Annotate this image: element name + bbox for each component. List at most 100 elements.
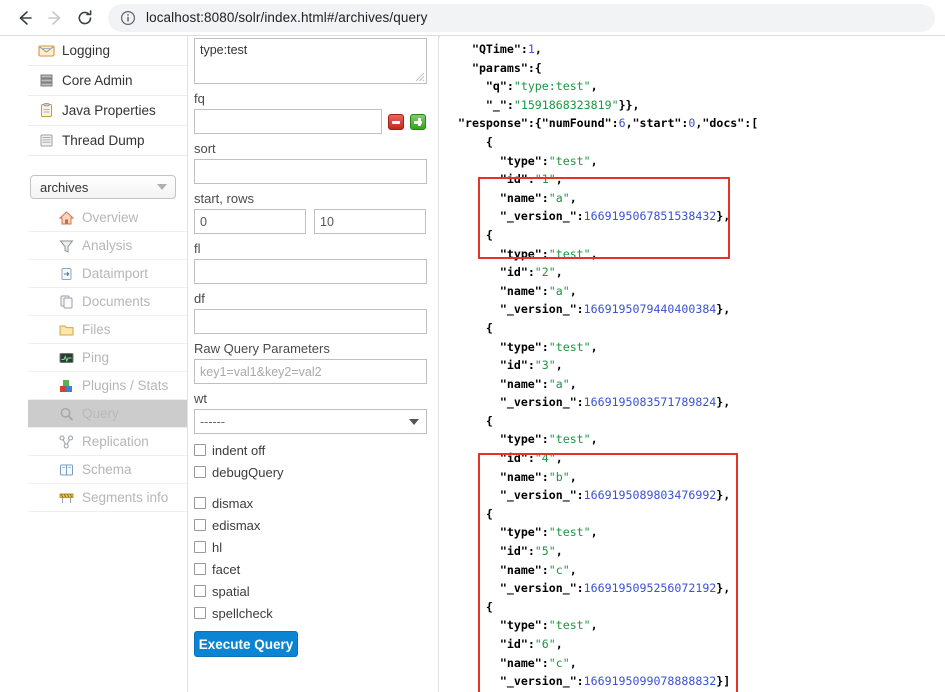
hl-label: hl <box>212 539 223 555</box>
facet-checkbox[interactable] <box>194 563 206 575</box>
fl-label: fl <box>194 241 201 256</box>
sidebar-item-segments-info[interactable]: Segments info <box>28 484 187 512</box>
sidebar-item-label: Files <box>82 322 111 337</box>
fl-input[interactable] <box>194 259 427 284</box>
indent-off-checkbox-row[interactable]: indent off <box>194 439 426 461</box>
fq-remove-button[interactable] <box>388 113 404 130</box>
resize-handle-icon[interactable] <box>415 72 425 82</box>
sidebar-item-files[interactable]: Files <box>28 316 187 344</box>
core-menu: Overview Analysis Dataimport Documents F… <box>28 204 187 512</box>
q-value: type:test <box>200 43 248 57</box>
edismax-checkbox-row[interactable]: edismax <box>194 514 426 536</box>
documents-icon <box>58 294 75 310</box>
facet-label: facet <box>212 561 241 577</box>
spellcheck-label: spellcheck <box>212 605 273 621</box>
sidebar-item-schema[interactable]: Schema <box>28 456 187 484</box>
sidebar-item-core-admin[interactable]: Core Admin <box>28 66 187 96</box>
edismax-checkbox[interactable] <box>194 519 206 531</box>
sidebar-item-label: Replication <box>82 434 149 449</box>
address-bar[interactable]: localhost:8080/solr/index.html#/archives… <box>108 3 935 32</box>
sidebar-item-label: Schema <box>82 462 132 477</box>
dismax-checkbox[interactable] <box>194 497 206 509</box>
core-admin-icon <box>38 72 55 89</box>
sidebar-item-overview[interactable]: Overview <box>28 204 187 232</box>
java-properties-icon <box>38 102 55 119</box>
sidebar-item-label: Documents <box>82 294 151 309</box>
sidebar-item-label: Thread Dump <box>62 132 145 148</box>
raw-query-parameters-input[interactable]: key1=val1&key2=val2 <box>194 359 427 384</box>
sidebar-item-logging[interactable]: Logging <box>28 36 187 66</box>
sidebar-item-label: Plugins / Stats <box>82 378 169 393</box>
q-input[interactable]: type:test <box>194 38 427 84</box>
fq-add-button[interactable] <box>410 113 426 130</box>
spatial-label: spatial <box>212 583 250 599</box>
back-arrow-icon <box>19 10 32 25</box>
plugins-icon <box>58 378 75 394</box>
hl-checkbox[interactable] <box>194 541 206 553</box>
home-icon <box>58 210 75 226</box>
checkbox-group-divider <box>194 483 426 492</box>
query-form: type:test fq sort start, rows 0 10 fl df… <box>189 36 439 692</box>
json-response: "QTime":1, "params":{ "q":"type:test", "… <box>458 42 759 689</box>
spatial-checkbox[interactable] <box>194 585 206 597</box>
sidebar-item-label: Query <box>82 406 119 421</box>
spatial-checkbox-row[interactable]: spatial <box>194 580 426 602</box>
segments-icon <box>58 490 75 506</box>
fq-input[interactable] <box>194 109 382 134</box>
start-rows-label: start, rows <box>194 191 254 206</box>
df-input[interactable] <box>194 309 427 334</box>
hl-checkbox-row[interactable]: hl <box>194 536 426 558</box>
dataimport-icon <box>58 266 75 282</box>
sidebar-item-analysis[interactable]: Analysis <box>28 232 187 260</box>
reload-icon <box>78 9 92 24</box>
debug-query-checkbox-row[interactable]: debugQuery <box>194 461 426 483</box>
rows-input[interactable]: 10 <box>314 209 426 234</box>
dismax-checkbox-row[interactable]: dismax <box>194 492 426 514</box>
spellcheck-checkbox[interactable] <box>194 607 206 619</box>
sidebar-item-label: Logging <box>62 42 111 58</box>
schema-icon <box>58 462 75 478</box>
chevron-down-icon <box>409 418 419 425</box>
info-circle-icon <box>120 10 136 25</box>
back-button[interactable] <box>10 3 40 33</box>
fq-label: fq <box>194 91 205 106</box>
wt-label: wt <box>194 391 207 406</box>
response-pane: "QTime":1, "params":{ "q":"type:test", "… <box>440 36 945 692</box>
sidebar-item-query[interactable]: Query <box>28 400 187 428</box>
indent-off-label: indent off <box>212 442 266 458</box>
execute-query-button[interactable]: Execute Query <box>194 631 298 657</box>
sidebar-item-java-properties[interactable]: Java Properties <box>28 96 187 126</box>
facet-checkbox-row[interactable]: facet <box>194 558 426 580</box>
sidebar-item-replication[interactable]: Replication <box>28 428 187 456</box>
debug-query-label: debugQuery <box>212 464 284 480</box>
ping-icon <box>58 350 75 366</box>
replication-icon <box>58 434 75 450</box>
raw-query-parameters-label: Raw Query Parameters <box>194 341 330 356</box>
folder-icon <box>58 322 75 338</box>
edismax-label: edismax <box>212 517 261 533</box>
sidebar-item-documents[interactable]: Documents <box>28 288 187 316</box>
forward-arrow-icon <box>48 10 61 25</box>
indent-off-checkbox[interactable] <box>194 444 206 456</box>
sort-input[interactable] <box>194 159 427 184</box>
sidebar-item-dataimport[interactable]: Dataimport <box>28 260 187 288</box>
wt-select[interactable]: ------ <box>194 409 427 434</box>
sidebar-item-thread-dump[interactable]: Thread Dump <box>28 126 187 156</box>
sort-label: sort <box>194 141 216 156</box>
core-selector[interactable]: archives <box>30 175 176 199</box>
url-text: localhost:8080/solr/index.html#/archives… <box>146 10 428 25</box>
sidebar-item-label: Segments info <box>82 490 169 505</box>
start-input[interactable]: 0 <box>194 209 306 234</box>
sidebar-item-label: Java Properties <box>62 102 156 118</box>
dismax-label: dismax <box>212 495 254 511</box>
thread-dump-icon <box>38 132 55 149</box>
debug-query-checkbox[interactable] <box>194 466 206 478</box>
sidebar-item-plugins-stats[interactable]: Plugins / Stats <box>28 372 187 400</box>
reload-button[interactable] <box>70 3 100 33</box>
magnifier-icon <box>58 406 75 422</box>
forward-button[interactable] <box>40 3 70 33</box>
logging-icon <box>38 42 55 59</box>
sidebar-item-label: Core Admin <box>62 72 133 88</box>
spellcheck-checkbox-row[interactable]: spellcheck <box>194 602 426 624</box>
sidebar-item-ping[interactable]: Ping <box>28 344 187 372</box>
